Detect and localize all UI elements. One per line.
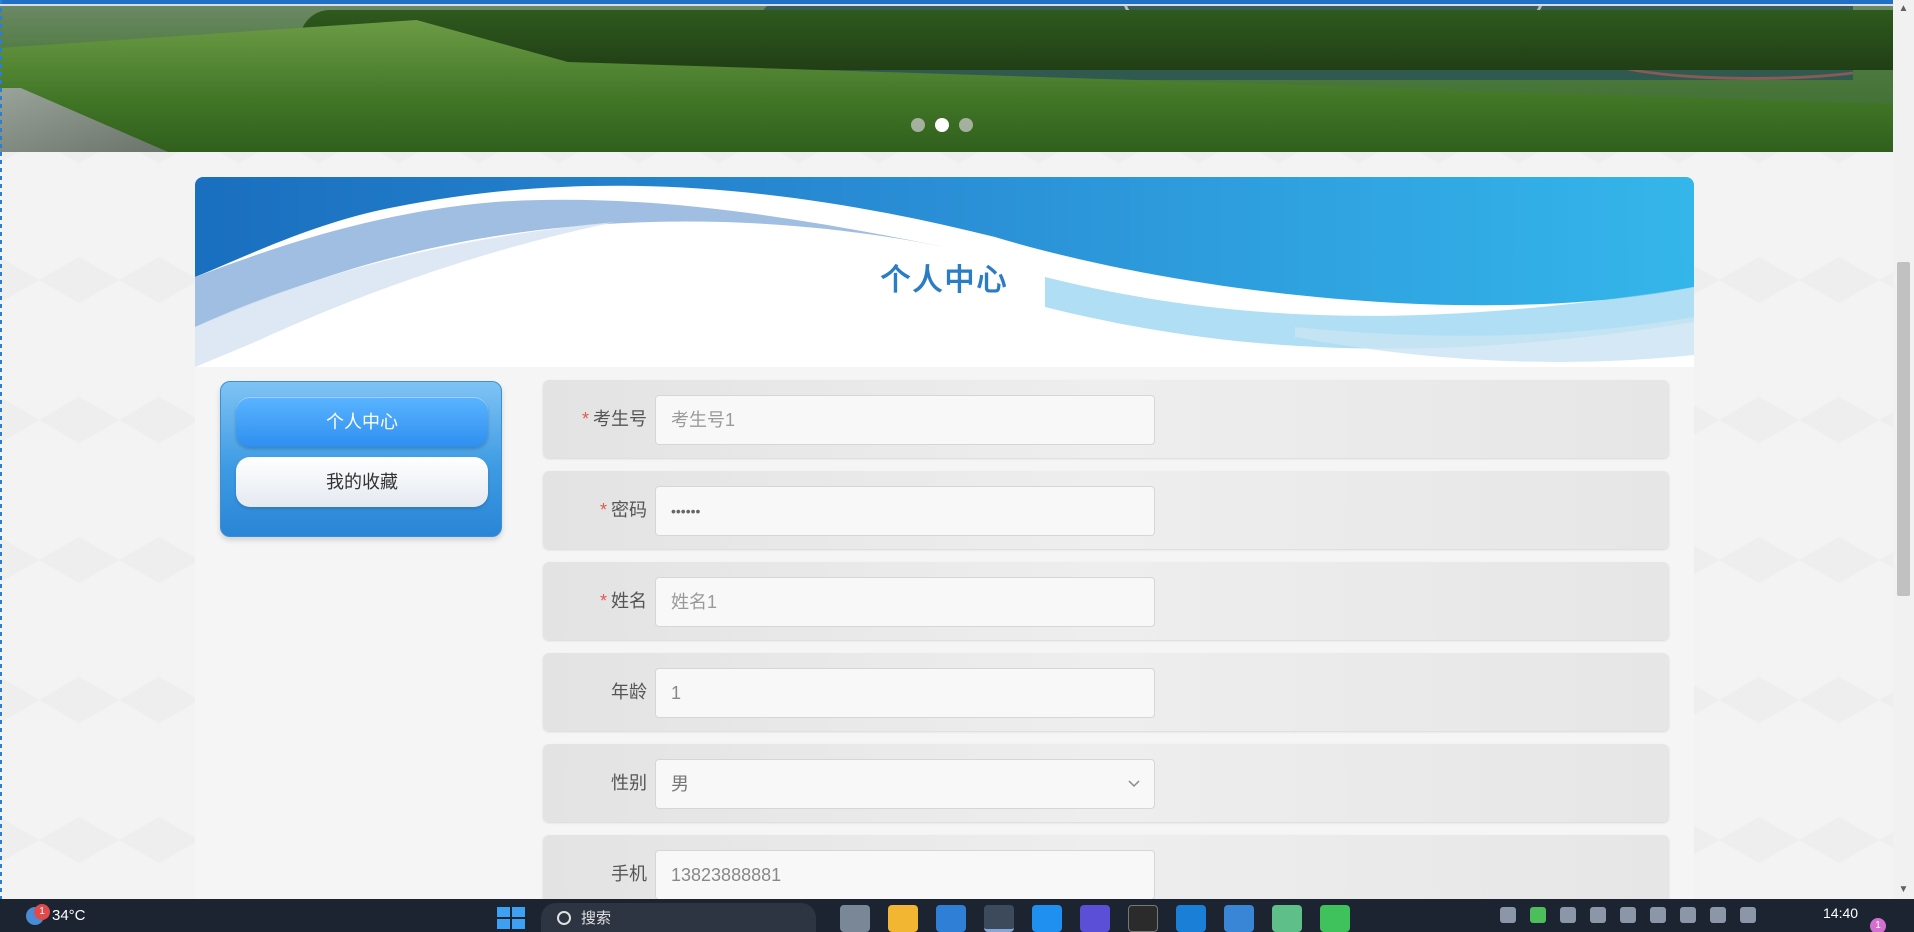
- left-edge-marker: [0, 0, 2, 899]
- p-app-icon[interactable]: [1032, 905, 1062, 932]
- personal-center-card: 个人中心 个人中心 我的收藏 *考生号 *密码 •••••• *姓名 年龄 1: [195, 177, 1694, 917]
- task-view-icon[interactable]: [840, 905, 870, 932]
- tray-wechat-icon[interactable]: [1530, 907, 1546, 923]
- file-explorer-icon[interactable]: [888, 905, 918, 932]
- password-input[interactable]: ••••••: [655, 486, 1155, 536]
- side-menu: 个人中心 我的收藏: [220, 381, 502, 537]
- notification-badge[interactable]: 1: [1870, 918, 1886, 932]
- exam-id-label: * 考生号: [581, 409, 647, 429]
- tray-volume-icon[interactable]: [1710, 907, 1726, 923]
- search-label: 搜索: [581, 910, 612, 927]
- password-label: * 密码: [599, 500, 647, 520]
- age-input[interactable]: 1: [655, 668, 1155, 718]
- store-icon[interactable]: [936, 905, 966, 932]
- app-icon[interactable]: [1272, 905, 1302, 932]
- form-row-name: * 姓名: [543, 562, 1669, 640]
- exam-id-input[interactable]: [655, 395, 1155, 445]
- terminal-icon[interactable]: [1128, 905, 1158, 932]
- carousel-indicators: [911, 118, 973, 132]
- taskbar-clock[interactable]: 14:40: [1823, 905, 1858, 921]
- tray-cloud-icon[interactable]: [1620, 907, 1636, 923]
- app-icon[interactable]: [1080, 905, 1110, 932]
- windows-taskbar: 34°C 1 搜索 14:40 1: [0, 899, 1914, 932]
- gender-label: 性别: [611, 773, 647, 793]
- vscode-icon[interactable]: [1176, 905, 1206, 932]
- required-mark: *: [581, 409, 589, 429]
- tray-network-icon[interactable]: [1680, 907, 1696, 923]
- carousel-dot-2[interactable]: [935, 118, 949, 132]
- start-windows-icon[interactable]: [497, 907, 525, 929]
- chrome-icon[interactable]: [984, 905, 1014, 932]
- form-row-password: * 密码 ••••••: [543, 471, 1669, 549]
- form-row-gender: 性别 男: [543, 744, 1669, 822]
- taskbar-search[interactable]: 搜索: [541, 903, 816, 932]
- tray-microphone-icon[interactable]: [1650, 907, 1666, 923]
- system-tray: [1500, 907, 1756, 923]
- tray-battery-icon[interactable]: [1740, 907, 1756, 923]
- weather-badge: 1: [34, 904, 50, 920]
- carousel-dot-3[interactable]: [959, 118, 973, 132]
- required-mark: *: [599, 591, 607, 611]
- card-body: 个人中心 我的收藏 *考生号 *密码 •••••• *姓名 年龄 1 性别: [195, 367, 1694, 917]
- tray-app-icon[interactable]: [1590, 907, 1606, 923]
- phone-input[interactable]: 13823888881: [655, 850, 1155, 900]
- carousel-dot-1[interactable]: [911, 118, 925, 132]
- tray-mail-icon[interactable]: [1560, 907, 1576, 923]
- top-accent-line: [0, 4, 1893, 6]
- tray-chevron-up-icon[interactable]: [1500, 907, 1516, 923]
- menu-item-my-favorites[interactable]: 我的收藏: [236, 457, 488, 507]
- search-icon: [557, 910, 571, 925]
- name-label: * 姓名: [599, 591, 647, 611]
- scroll-down-arrow-icon[interactable]: ▼: [1893, 881, 1914, 899]
- page-scrollbar[interactable]: ▲ ▼: [1893, 0, 1914, 899]
- age-label: 年龄: [611, 682, 647, 702]
- form-row-exam-id: * 考生号: [543, 380, 1669, 458]
- gender-select[interactable]: 男: [655, 759, 1155, 809]
- scroll-thumb[interactable]: [1897, 262, 1910, 596]
- card-header: 个人中心: [195, 177, 1694, 367]
- browser-icon[interactable]: [1224, 905, 1254, 932]
- page-title: 个人中心: [880, 264, 1009, 297]
- gender-select-value: 男: [655, 759, 1155, 809]
- wechat-icon[interactable]: [1320, 905, 1350, 932]
- required-mark: *: [599, 500, 607, 520]
- chevron-down-icon: [1128, 780, 1140, 788]
- scroll-up-arrow-icon[interactable]: ▲: [1893, 0, 1914, 18]
- banner-carousel[interactable]: [0, 0, 1893, 152]
- name-input[interactable]: [655, 577, 1155, 627]
- weather-temperature: 34°C: [52, 907, 86, 924]
- form-row-age: 年龄 1: [543, 653, 1669, 731]
- menu-item-personal-center[interactable]: 个人中心: [236, 397, 488, 447]
- taskbar-apps: [840, 905, 1350, 932]
- profile-form: *考生号 *密码 •••••• *姓名 年龄 1 性别 男: [543, 380, 1669, 917]
